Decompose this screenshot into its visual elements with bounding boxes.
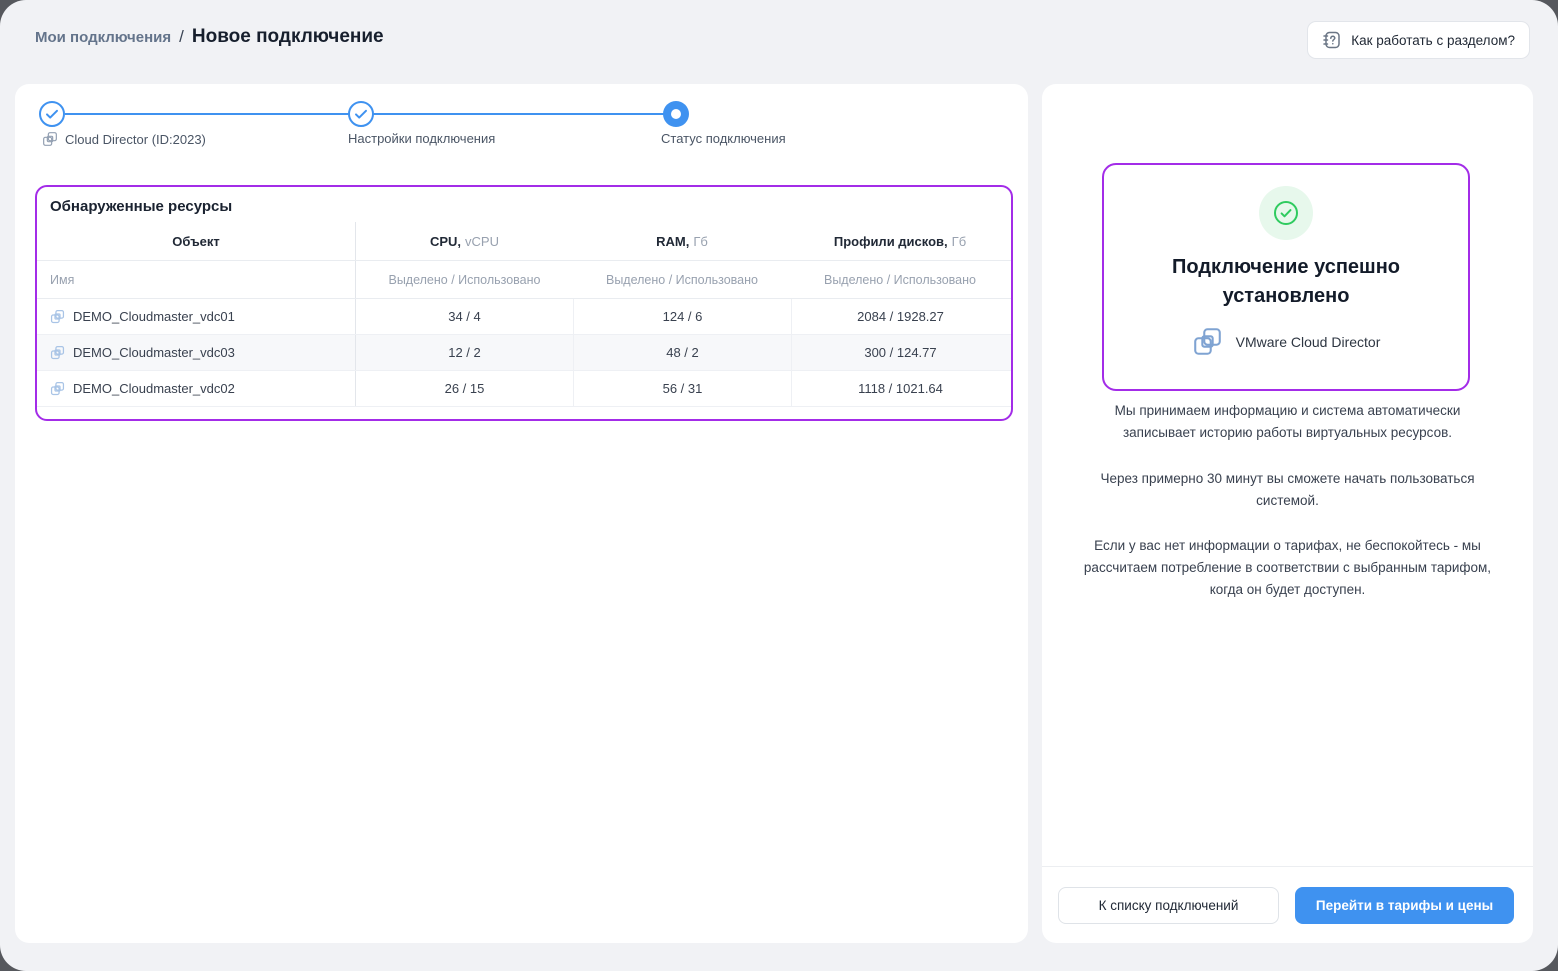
breadcrumb-separator: /	[179, 27, 184, 47]
step-1-indicator[interactable]	[39, 101, 65, 127]
disk-value: 300 / 124.77	[791, 335, 1009, 370]
step-2-label[interactable]: Настройки подключения	[348, 131, 495, 146]
wizard-stepper: Cloud Director (ID:2023) Настройки подкл…	[15, 84, 1028, 164]
status-paragraph: Через примерно 30 минут вы сможете начат…	[1079, 468, 1496, 512]
breadcrumb: Мои подключения / Новое подключение	[35, 26, 384, 48]
column-disk-unit: Гб	[952, 234, 967, 249]
vmware-cloud-director-icon	[1192, 326, 1223, 357]
cpu-value: 12 / 2	[355, 335, 573, 370]
step-1-label[interactable]: Cloud Director (ID:2023)	[42, 131, 206, 147]
status-description: Мы принимаем информацию и система автома…	[1042, 400, 1533, 625]
status-footer: К списку подключений Перейти в тарифы и …	[1042, 866, 1533, 943]
status-paragraph: Если у вас нет информации о тарифах, не …	[1079, 535, 1496, 601]
step-3-indicator[interactable]	[663, 101, 689, 127]
cpu-value: 34 / 4	[355, 299, 573, 334]
resources-title: Обнаруженные ресурсы	[50, 198, 1011, 215]
step-1-text: Cloud Director (ID:2023)	[65, 132, 206, 147]
ram-value: 124 / 6	[573, 299, 791, 334]
table-row: DEMO_Cloudmaster_vdc03 12 / 2 48 / 2 300…	[37, 335, 1011, 371]
provider-name: VMware Cloud Director	[1236, 334, 1381, 350]
column-ram: RAM,	[656, 234, 689, 249]
vdc-icon	[50, 309, 65, 324]
vdc-icon	[50, 381, 65, 396]
column-cpu-unit: vCPU	[465, 234, 499, 249]
subheader-disk: Выделено / Использовано	[824, 273, 976, 287]
resources-table: Объект CPU, vCPU RAM, Гб Профили дисков,…	[37, 222, 1011, 407]
step-2-indicator[interactable]	[348, 101, 374, 127]
connection-success-card: Подключение успешно установлено VMware C…	[1102, 163, 1470, 391]
column-ram-unit: Гб	[693, 234, 708, 249]
success-badge	[1259, 186, 1313, 240]
table-subheader-row: Имя Выделено / Использовано Выделено / И…	[37, 261, 1011, 299]
check-circle-icon	[1273, 200, 1299, 226]
ram-value: 48 / 2	[573, 335, 791, 370]
wizard-card: Cloud Director (ID:2023) Настройки подкл…	[15, 84, 1028, 943]
disk-value: 1118 / 1021.64	[791, 371, 1009, 406]
table-row: DEMO_Cloudmaster_vdc02 26 / 15 56 / 31 1…	[37, 371, 1011, 407]
page-title: Новое подключение	[192, 26, 384, 48]
manual-question-icon	[1322, 30, 1342, 50]
disk-value: 2084 / 1928.27	[791, 299, 1009, 334]
subheader-cpu: Выделено / Использовано	[388, 273, 540, 287]
table-row: DEMO_Cloudmaster_vdc01 34 / 4 124 / 6 20…	[37, 299, 1011, 335]
go-to-tariffs-button[interactable]: Перейти в тарифы и цены	[1295, 887, 1514, 924]
step-3-label[interactable]: Статус подключения	[661, 131, 786, 146]
breadcrumb-link-my-connections[interactable]: Мои подключения	[35, 29, 171, 46]
vdc-name: DEMO_Cloudmaster_vdc02	[73, 381, 235, 396]
subheader-ram: Выделено / Использовано	[606, 273, 758, 287]
success-title: Подключение успешно установлено	[1136, 253, 1436, 311]
help-button[interactable]: Как работать с разделом?	[1307, 21, 1530, 59]
provider-row: VMware Cloud Director	[1104, 326, 1468, 357]
help-button-label: Как работать с разделом?	[1351, 33, 1515, 48]
discovered-resources-box: Обнаруженные ресурсы Объект CPU, vCPU RA…	[35, 185, 1013, 421]
status-panel: Подключение успешно установлено VMware C…	[1042, 84, 1533, 943]
column-disk-profiles: Профили дисков,	[834, 234, 948, 249]
status-paragraph: Мы принимаем информацию и система автома…	[1079, 400, 1496, 444]
vdc-name: DEMO_Cloudmaster_vdc03	[73, 345, 235, 360]
column-object: Объект	[172, 234, 220, 249]
vdc-icon	[50, 345, 65, 360]
ram-value: 56 / 31	[573, 371, 791, 406]
app-screen: Мои подключения / Новое подключение Как …	[0, 0, 1558, 971]
vdc-name: DEMO_Cloudmaster_vdc01	[73, 309, 235, 324]
cloud-director-icon	[42, 131, 58, 147]
column-cpu: CPU,	[430, 234, 461, 249]
back-to-connections-button[interactable]: К списку подключений	[1058, 887, 1279, 924]
table-header-row: Объект CPU, vCPU RAM, Гб Профили дисков,…	[37, 222, 1011, 261]
subheader-name: Имя	[50, 273, 74, 287]
cpu-value: 26 / 15	[355, 371, 573, 406]
